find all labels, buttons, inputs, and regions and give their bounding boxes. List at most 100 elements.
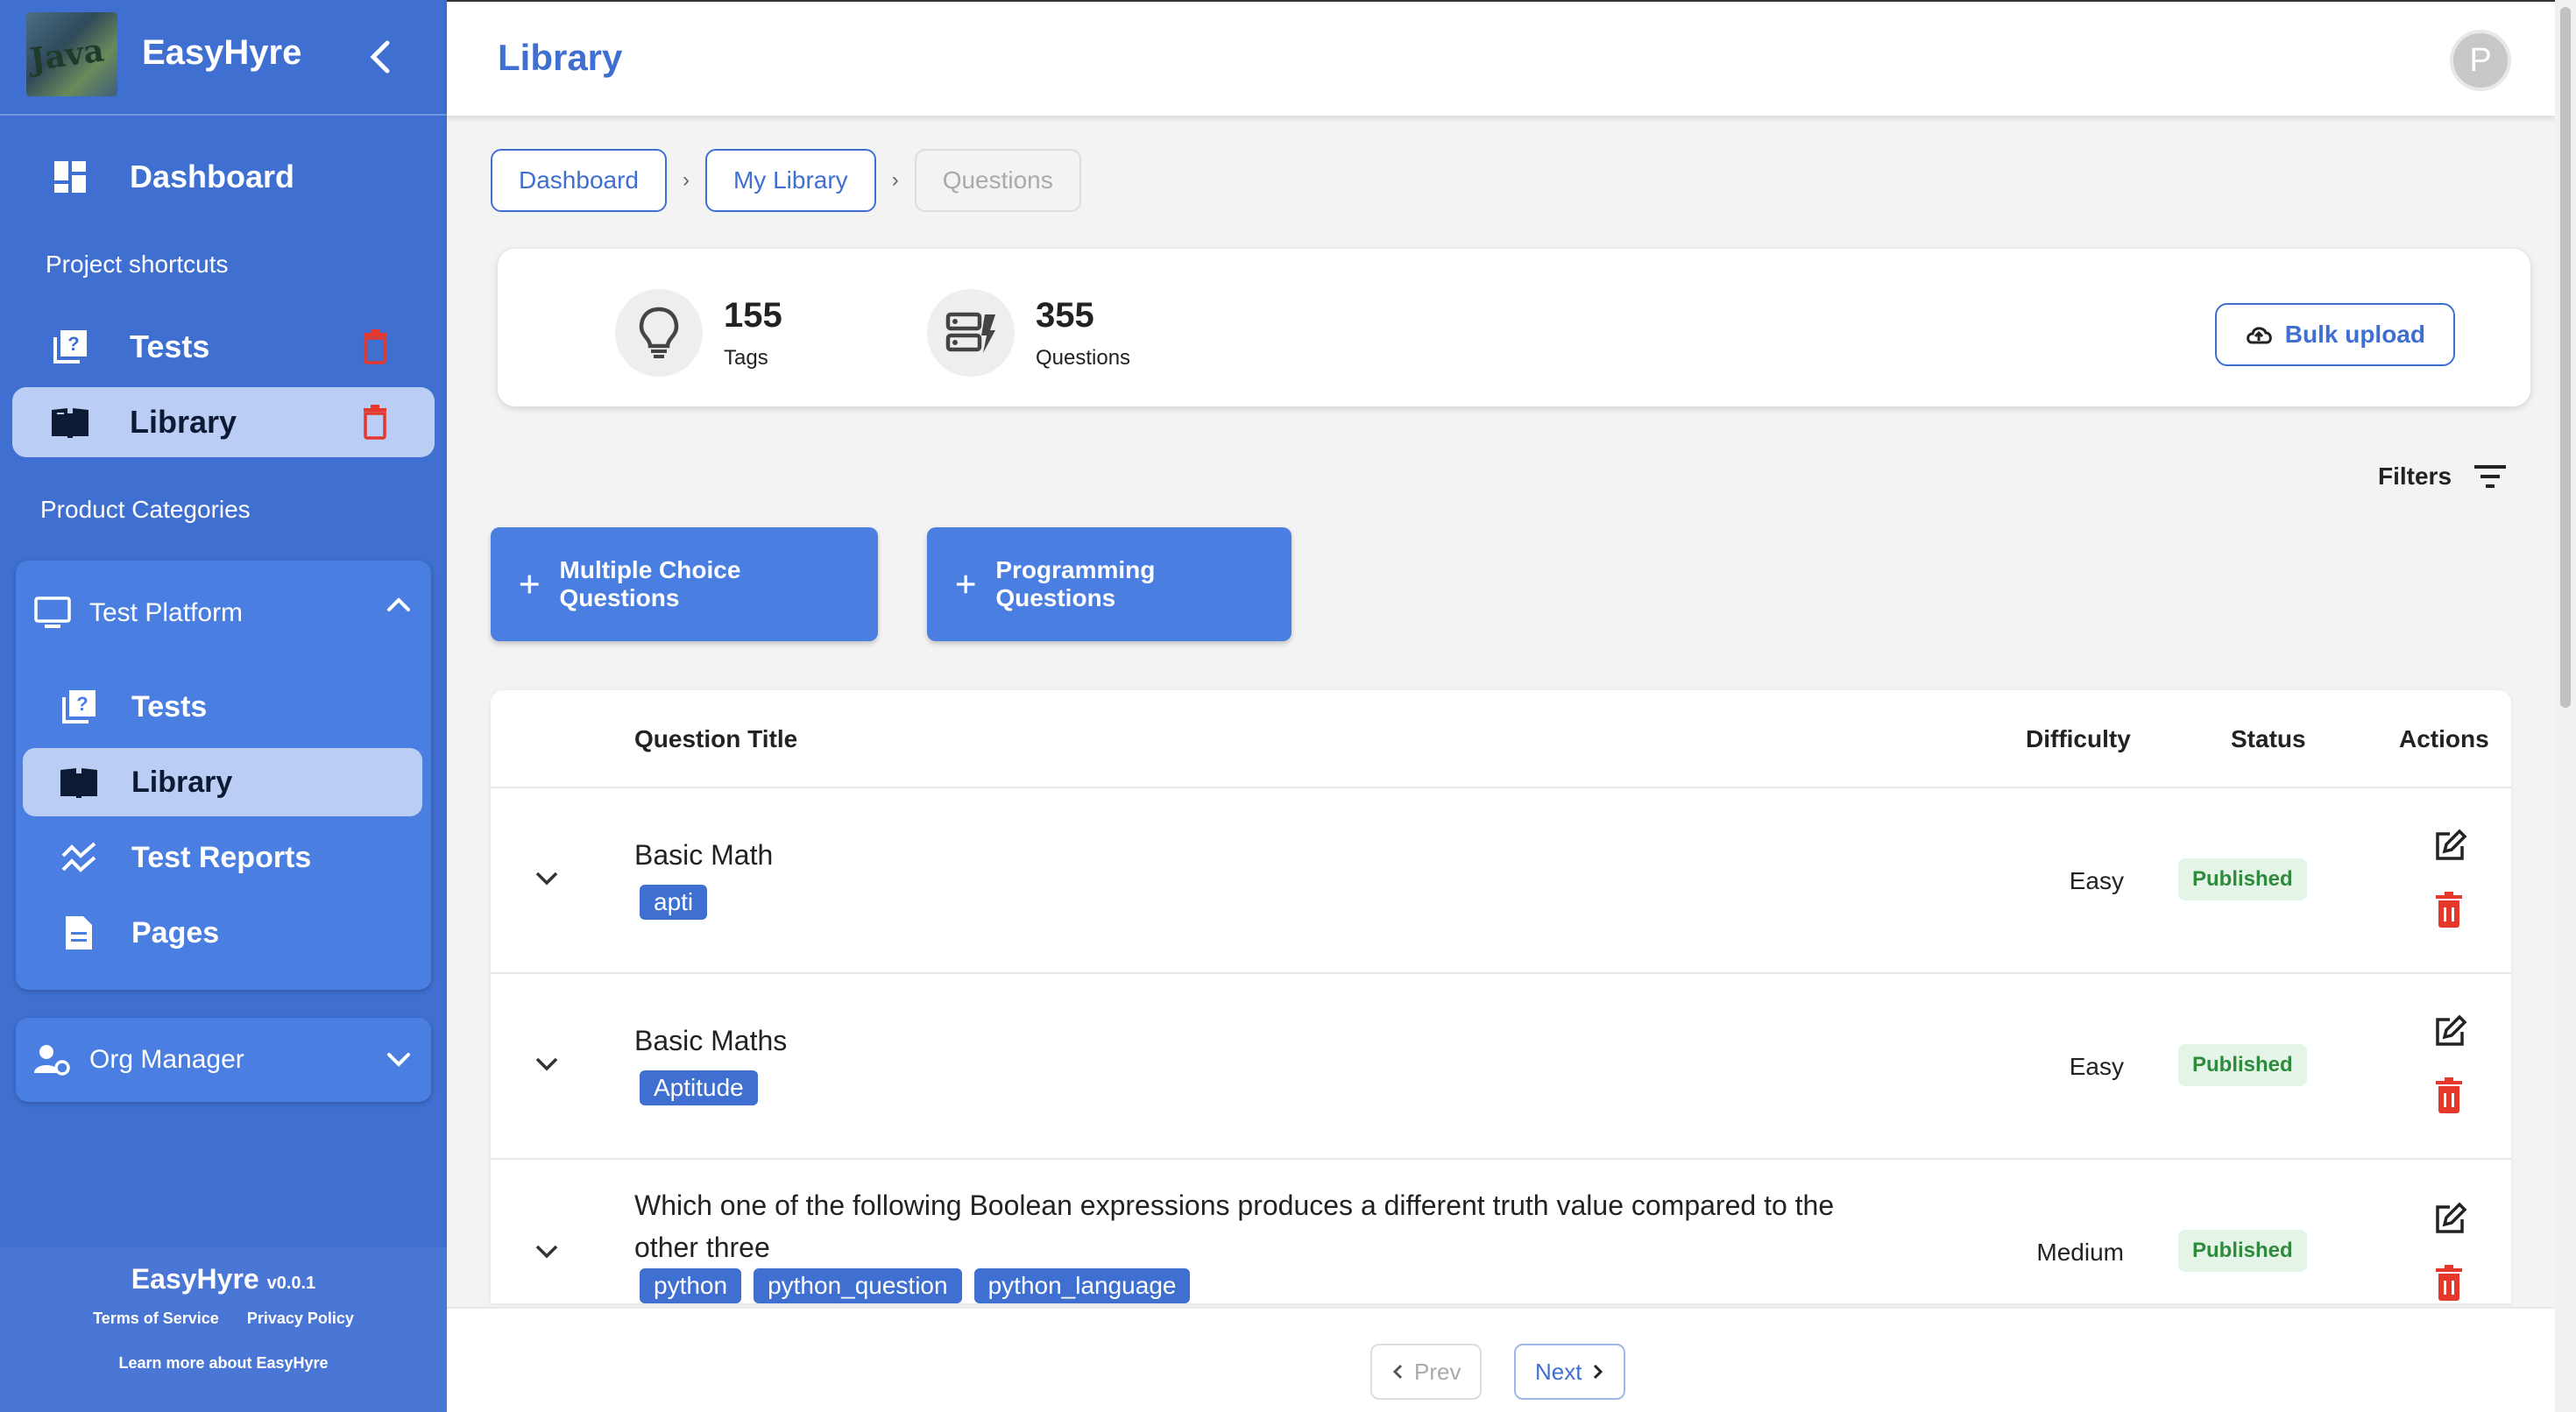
chart-line-icon [58,837,100,879]
chevron-right-icon [1594,1364,1603,1380]
sidebar-item-label: Test Reports [131,840,312,874]
sidebar-item-label: Tests [131,689,208,724]
prev-page-button[interactable]: Prev [1370,1344,1483,1400]
table-row: Which one of the following Boolean expre… [491,1160,2511,1303]
privacy-link[interactable]: Privacy Policy [247,1310,354,1328]
chevron-up-icon [386,596,412,618]
collapse-sidebar-button[interactable] [361,35,400,79]
edit-icon [2436,1014,2467,1046]
sidebar-item-label: Dashboard [130,159,295,194]
product-categories-label: Product Categories [40,496,251,523]
delete-question-button[interactable] [2434,892,2464,933]
sidebar-item-pages[interactable]: Pages [23,899,422,967]
footer-brand: EasyHyre [131,1263,259,1295]
shortcut-label: Tests [130,328,210,364]
tag-badge: python [640,1268,742,1303]
remove-shortcut-tests-button[interactable] [361,329,389,369]
shortcut-tests[interactable]: ? Tests [12,312,435,382]
edit-icon [2436,1202,2467,1233]
questions-count: 355 [1036,295,1094,335]
column-question-title[interactable]: Question Title [634,725,797,753]
shortcut-label: Library [130,404,237,440]
column-actions: Actions [2399,725,2489,752]
project-shortcuts-label: Project shortcuts [46,251,229,278]
terms-link[interactable]: Terms of Service [93,1310,219,1328]
breadcrumb-my-library[interactable]: My Library [704,149,876,212]
scrollbar-thumb[interactable] [2560,7,2571,708]
brand-name: EasyHyre [142,33,302,72]
dashboard-icon [49,156,91,198]
shortcut-library[interactable]: Library [12,387,435,457]
book-open-icon [58,761,100,803]
edit-question-button[interactable] [2432,1014,2467,1054]
question-bank-icon [927,289,1015,377]
filters-label: Filters [2378,462,2452,490]
scrollbar[interactable] [2555,0,2576,1412]
difficulty-value: Medium [2036,1239,2124,1266]
column-difficulty[interactable]: Difficulty [2026,725,2131,753]
bulk-upload-button[interactable]: Bulk upload [2214,303,2455,366]
tag-list: Aptitude [640,1070,758,1105]
add-mcq-button[interactable]: Multiple Choice Questions [491,527,878,641]
next-page-button[interactable]: Next [1514,1344,1626,1400]
question-title: Basic Math [634,839,774,871]
org-manager-group: Org Manager [16,1018,431,1102]
breadcrumb-separator-icon: › [891,168,899,192]
cloud-upload-icon [2246,327,2272,344]
pagination: Prev Next [447,1307,2555,1412]
expand-row-button[interactable] [534,1056,559,1077]
tag-badge: python_language [973,1268,1191,1303]
avatar[interactable]: P [2450,30,2511,91]
sidebar-footer: EasyHyre v0.0.1 Terms of Service Privacy… [0,1247,447,1412]
chevron-down-icon [386,1051,412,1073]
filters-button[interactable]: Filters [2378,462,2508,491]
trash-icon [2436,1265,2462,1301]
expand-row-button[interactable] [534,871,559,891]
edit-icon [2436,829,2467,860]
edit-question-button[interactable] [2432,829,2467,868]
sidebar: Java EasyHyre Dashboard Project shortcut… [0,0,447,1412]
chevron-down-icon [535,1057,558,1071]
svg-text:?: ? [67,333,79,355]
breadcrumb-dashboard[interactable]: Dashboard [491,149,667,212]
lightbulb-icon [615,289,703,377]
next-label: Next [1535,1358,1582,1385]
learn-more-link[interactable]: Learn more about EasyHyre [0,1354,447,1373]
status-badge: Published [2178,1044,2307,1086]
column-status[interactable]: Status [2231,725,2306,753]
sidebar-item-library[interactable]: Library [23,748,422,816]
delete-question-button[interactable] [2434,1077,2464,1119]
sidebar-item-test-reports[interactable]: Test Reports [23,823,422,892]
monitor-icon [33,594,72,632]
group-label: Test Platform [89,598,244,627]
difficulty-value: Easy [2069,1053,2124,1080]
add-programming-button[interactable]: Programming Questions [927,527,1292,641]
edit-question-button[interactable] [2432,1202,2467,1241]
breadcrumb-questions: Questions [914,149,1081,212]
breadcrumb: Dashboard › My Library › Questions [491,149,1081,212]
chevron-down-icon [535,872,558,886]
chevron-left-icon [370,40,390,74]
difficulty-value: Easy [2069,867,2124,894]
add-programming-label: Programming Questions [995,556,1156,611]
delete-question-button[interactable] [2434,1265,2464,1303]
stat-tags: 155 Tags [615,289,782,377]
test-platform-group: Test Platform ? Tests Library Test Repor… [16,561,431,990]
stat-questions: 355 Questions [927,289,1130,377]
questions-table: Question Title Difficulty Status Actions… [491,690,2511,1303]
question-title: Basic Maths [634,1025,788,1056]
sidebar-item-tests[interactable]: ? Tests [23,673,422,741]
plus-icon [956,575,975,594]
chevron-down-icon [535,1245,558,1259]
quiz-icon: ? [49,326,91,368]
breadcrumb-separator-icon: › [682,168,690,192]
add-mcq-label: Multiple Choice Questions [559,556,741,611]
expand-row-button[interactable] [534,1244,559,1264]
test-platform-toggle[interactable]: Test Platform [16,561,431,666]
sidebar-item-dashboard[interactable]: Dashboard [12,142,435,212]
table-header: Question Title Difficulty Status Actions [491,690,2511,788]
status-badge: Published [2178,1230,2307,1272]
org-manager-toggle[interactable]: Org Manager [16,1018,431,1102]
remove-shortcut-library-button[interactable] [361,405,389,444]
question-title: Which one of the following Boolean expre… [634,1190,1835,1263]
